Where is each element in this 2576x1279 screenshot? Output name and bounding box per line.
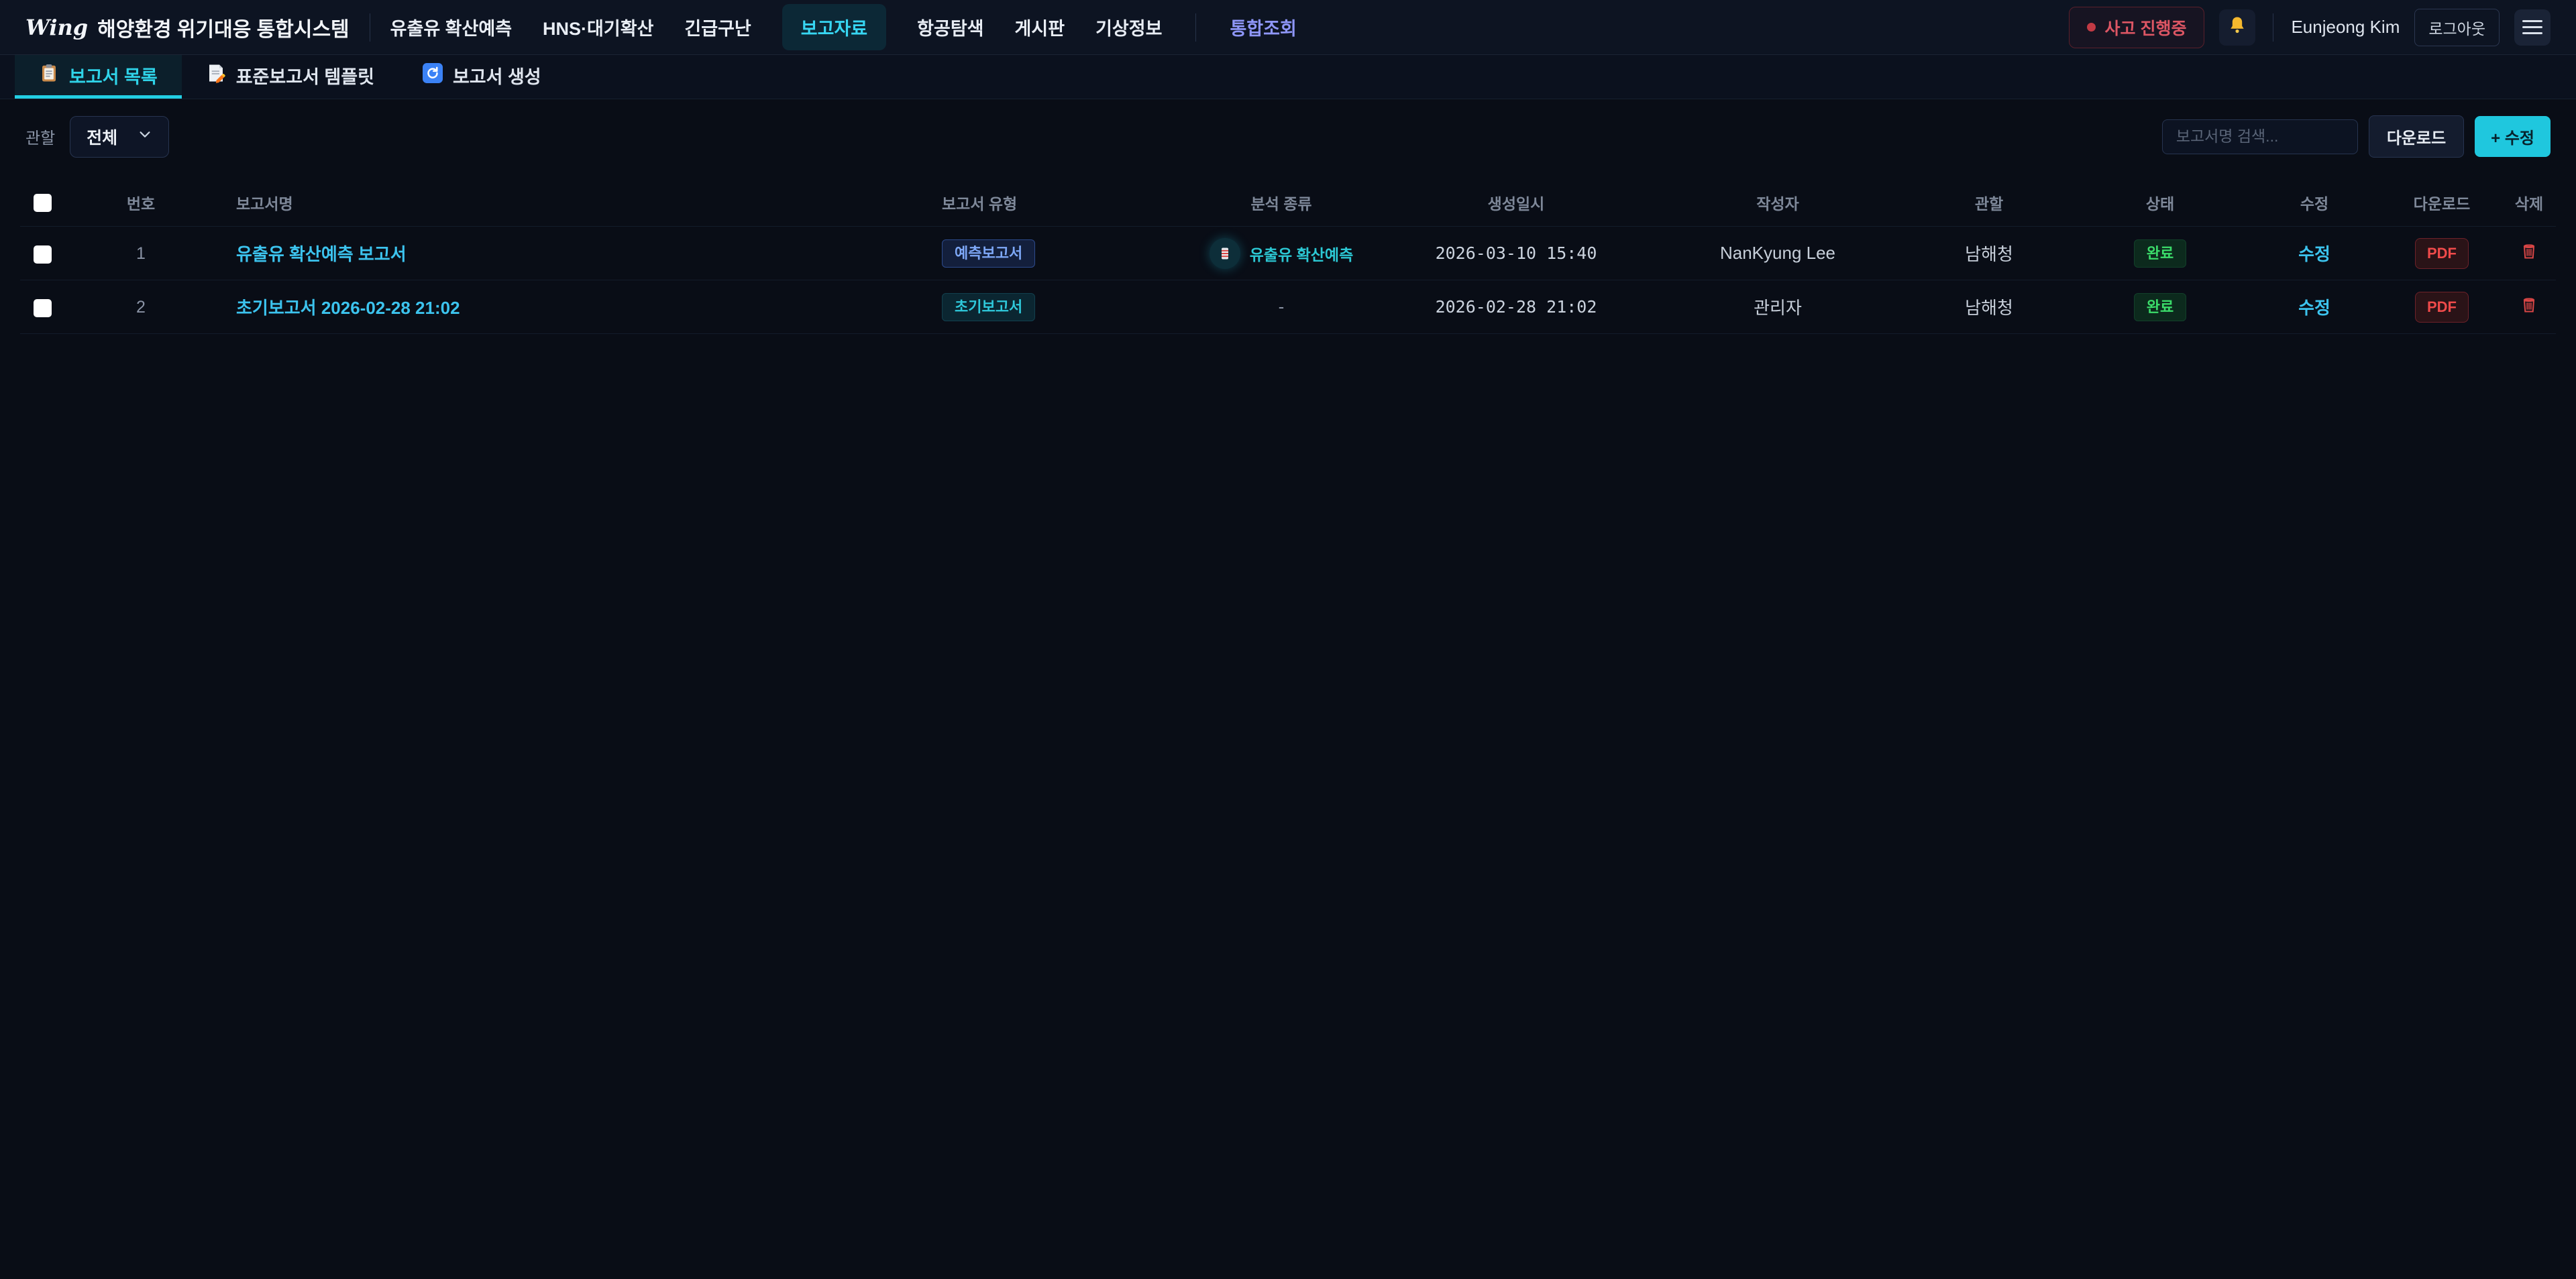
col-header-report-name: 보고서명 <box>188 178 912 227</box>
analysis-type-label: 유출유 확산예측 <box>1250 242 1354 265</box>
report-type-badge: 초기보고서 <box>942 293 1035 321</box>
filter-bar: 관할 전체 다운로드 + 수정 <box>0 99 2576 171</box>
nav-item-emergency-rescue[interactable]: 긴급구난 <box>684 14 751 40</box>
col-header-created: 생성일시 <box>1382 178 1650 227</box>
search-input[interactable] <box>2162 119 2358 154</box>
tab-label: 표준보고서 템플릿 <box>236 62 374 89</box>
report-type-badge: 예측보고서 <box>942 239 1035 268</box>
pdf-download-button[interactable]: PDF <box>2415 292 2469 323</box>
trash-icon[interactable] <box>2520 241 2538 260</box>
row-checkbox[interactable] <box>34 299 52 317</box>
created-datetime: 2026-03-10 15:40 <box>1436 243 1597 263</box>
analysis-type-cell: - <box>1279 296 1285 317</box>
report-table: 번호 보고서명 보고서 유형 분석 종류 생성일시 작성자 관할 상태 수정 다… <box>20 178 2556 334</box>
logo-wing-mark: Wing <box>25 15 88 40</box>
oil-drum-icon <box>1210 238 1240 269</box>
user-name: Eunjeong Kim <box>2291 17 2400 38</box>
select-all-checkbox[interactable] <box>34 194 52 212</box>
nav-item-oil-spill-prediction[interactable]: 유출유 확산예측 <box>390 14 512 40</box>
tab-label: 보고서 생성 <box>453 62 541 89</box>
app-logo: Wing 해양환경 위기대응 통합시스템 <box>25 13 350 42</box>
header-right-cluster: 사고 진행중 Eunjeong Kim 로그아웃 <box>2069 7 2551 48</box>
hamburger-icon <box>2522 20 2542 34</box>
col-header-author: 작성자 <box>1650 178 1905 227</box>
row-number: 2 <box>136 298 146 317</box>
jurisdiction-selected-value: 전체 <box>87 125 117 149</box>
status-badge: 완료 <box>2134 293 2186 321</box>
jurisdiction-cell: 남해청 <box>1905 227 2073 280</box>
nav-divider <box>1195 13 1196 42</box>
logout-button[interactable]: 로그아웃 <box>2414 9 2500 46</box>
col-header-edit: 수정 <box>2247 178 2381 227</box>
tab-report-create[interactable]: 보고서 생성 <box>398 55 566 99</box>
status-badge: 완료 <box>2134 239 2186 268</box>
jurisdiction-select[interactable]: 전체 <box>70 116 169 158</box>
col-header-delete: 삭제 <box>2502 178 2556 227</box>
col-header-status: 상태 <box>2073 178 2247 227</box>
nav-item-weather[interactable]: 기상정보 <box>1095 14 1162 40</box>
trash-icon[interactable] <box>2520 295 2538 314</box>
nav-item-hns-atmosphere[interactable]: HNS·대기확산 <box>543 14 653 40</box>
edit-create-button[interactable]: + 수정 <box>2475 116 2551 157</box>
row-number: 1 <box>136 244 146 263</box>
download-button[interactable]: 다운로드 <box>2369 115 2464 158</box>
chevron-down-icon <box>138 127 152 146</box>
nav-item-integrated-search[interactable]: 통합조회 <box>1230 14 1296 40</box>
bell-icon <box>2226 15 2248 40</box>
incident-dot-icon <box>2087 23 2096 32</box>
filter-actions: 다운로드 + 수정 <box>2162 115 2551 158</box>
memo-pencil-icon <box>206 63 226 88</box>
tab-report-list[interactable]: 보고서 목록 <box>15 55 182 99</box>
app-title: 해양환경 위기대응 통합시스템 <box>97 13 349 42</box>
table-row: 1 유출유 확산예측 보고서 예측보고서 유출유 확산예측 2026-03-10… <box>20 227 2556 280</box>
notification-button[interactable] <box>2219 9 2255 46</box>
created-datetime: 2026-02-28 21:02 <box>1436 297 1597 317</box>
menu-button[interactable] <box>2514 9 2551 46</box>
report-name-link[interactable]: 유출유 확산예측 보고서 <box>236 244 407 264</box>
row-checkbox[interactable] <box>34 245 52 264</box>
pdf-download-button[interactable]: PDF <box>2415 238 2469 269</box>
incident-status-badge: 사고 진행중 <box>2069 7 2205 48</box>
main-nav: 유출유 확산예측 HNS·대기확산 긴급구난 보고자료 항공탐색 게시판 기상정… <box>390 4 1297 50</box>
clipboard-icon <box>39 63 59 88</box>
edit-link[interactable]: 수정 <box>2298 298 2330 318</box>
app-header: Wing 해양환경 위기대응 통합시스템 유출유 확산예측 HNS·대기확산 긴… <box>0 0 2576 55</box>
col-header-download: 다운로드 <box>2381 178 2502 227</box>
tab-label: 보고서 목록 <box>69 62 158 89</box>
table-header-row: 번호 보고서명 보고서 유형 분석 종류 생성일시 작성자 관할 상태 수정 다… <box>20 178 2556 227</box>
report-name-link[interactable]: 초기보고서 2026-02-28 21:02 <box>236 298 460 318</box>
nav-item-aerial-search[interactable]: 항공탐색 <box>917 14 983 40</box>
author-cell: NanKyung Lee <box>1650 227 1905 280</box>
jurisdiction-cell: 남해청 <box>1905 280 2073 334</box>
nav-item-reports-active[interactable]: 보고자료 <box>782 4 886 50</box>
analysis-type-cell: 유출유 확산예측 <box>1181 238 1382 269</box>
col-header-number: 번호 <box>94 178 188 227</box>
sub-tabbar: 보고서 목록 표준보고서 템플릿 보고서 생성 <box>0 55 2576 99</box>
table-row: 2 초기보고서 2026-02-28 21:02 초기보고서 - 2026-02… <box>20 280 2556 334</box>
edit-link[interactable]: 수정 <box>2298 244 2330 264</box>
jurisdiction-filter-label: 관할 <box>25 125 55 148</box>
author-cell: 관리자 <box>1650 280 1905 334</box>
tab-standard-template[interactable]: 표준보고서 템플릿 <box>182 55 398 99</box>
incident-label: 사고 진행중 <box>2105 15 2187 40</box>
refresh-icon <box>423 63 443 88</box>
col-header-analysis-type: 분석 종류 <box>1181 178 1382 227</box>
nav-item-board[interactable]: 게시판 <box>1015 14 1065 40</box>
col-header-report-type: 보고서 유형 <box>912 178 1181 227</box>
col-header-jurisdiction: 관할 <box>1905 178 2073 227</box>
